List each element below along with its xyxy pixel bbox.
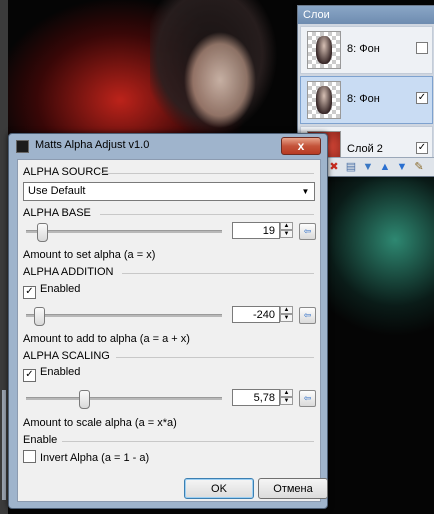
- invert-alpha-checkbox[interactable]: Invert Alpha (a = 1 - a): [23, 450, 149, 464]
- checkbox-icon[interactable]: [23, 450, 36, 463]
- alpha-addition-spinner[interactable]: ▲ ▼: [280, 306, 293, 323]
- divider: [122, 273, 314, 274]
- alpha-scaling-description: Amount to scale alpha (a = x*a): [23, 417, 177, 429]
- spin-up-icon[interactable]: ▲: [280, 222, 293, 230]
- layer-name: 8: Фон: [347, 43, 380, 55]
- move-up-icon[interactable]: ▲: [379, 161, 391, 173]
- properties-icon[interactable]: ✎: [413, 161, 425, 173]
- alpha-addition-value-input[interactable]: -240: [232, 306, 280, 323]
- alpha-scaling-enabled-checkbox[interactable]: ✓ Enabled: [23, 366, 80, 382]
- app-icon: [16, 140, 29, 153]
- enable-heading: Enable: [23, 434, 58, 446]
- alpha-source-heading: ALPHA SOURCE: [23, 166, 109, 178]
- layer-row[interactable]: 8: Фон ✓: [300, 76, 433, 124]
- alpha-base-slider-thumb[interactable]: [36, 223, 48, 242]
- layer-thumbnail: [307, 81, 341, 119]
- dialog-body: ALPHA SOURCE Use Default ▼ ALPHA BASE 19…: [17, 159, 328, 502]
- layers-panel-title: Слои: [298, 6, 434, 24]
- layer-name: Слой 2: [347, 143, 383, 155]
- checkbox-icon[interactable]: ✓: [23, 369, 36, 382]
- merge-layer-icon[interactable]: ▼: [362, 161, 374, 173]
- invert-alpha-label: Invert Alpha (a = 1 - a): [40, 452, 150, 464]
- tools-strip: [0, 0, 8, 514]
- alpha-scaling-slider-thumb[interactable]: [78, 390, 90, 409]
- alpha-addition-enabled-checkbox[interactable]: ✓ Enabled: [23, 283, 80, 299]
- alpha-base-heading: ALPHA BASE: [23, 207, 91, 219]
- alpha-source-select[interactable]: Use Default ▼: [23, 182, 315, 201]
- alpha-addition-heading: ALPHA ADDITION: [23, 266, 114, 278]
- alpha-scaling-spinner[interactable]: ▲ ▼: [280, 389, 293, 406]
- divider: [100, 173, 314, 174]
- alpha-addition-slider[interactable]: [26, 307, 222, 326]
- duplicate-layer-icon[interactable]: ▤: [345, 161, 357, 173]
- alpha-base-description: Amount to set alpha (a = x): [23, 249, 156, 261]
- tools-strip-scroll[interactable]: [2, 390, 6, 500]
- alpha-scaling-enabled-label: Enabled: [40, 366, 81, 378]
- alpha-scaling-value-input[interactable]: 5,78: [232, 389, 280, 406]
- alpha-scaling-heading: ALPHA SCALING: [23, 350, 110, 362]
- alpha-adjust-dialog: Matts Alpha Adjust v1.0 x ALPHA SOURCE U…: [8, 133, 328, 509]
- spin-down-icon[interactable]: ▼: [280, 230, 293, 238]
- checkbox-icon[interactable]: ✓: [23, 286, 36, 299]
- spin-down-icon[interactable]: ▼: [280, 314, 293, 322]
- spin-up-icon[interactable]: ▲: [280, 306, 293, 314]
- layer-thumbnail: [307, 31, 341, 69]
- alpha-scaling-reset-button[interactable]: ⇦: [299, 390, 316, 407]
- layer-row[interactable]: 8: Фон: [300, 26, 433, 74]
- layer-name: 8: Фон: [347, 93, 380, 105]
- dialog-titlebar[interactable]: Matts Alpha Adjust v1.0 x: [9, 134, 327, 158]
- move-down-icon[interactable]: ▼: [396, 161, 408, 173]
- portrait-image: [150, 0, 300, 140]
- layer-visibility-checkbox[interactable]: [416, 42, 428, 54]
- alpha-base-spinner[interactable]: ▲ ▼: [280, 222, 293, 239]
- divider: [116, 357, 314, 358]
- delete-layer-icon[interactable]: ✖: [328, 161, 340, 173]
- ok-button[interactable]: OK: [184, 478, 254, 499]
- dialog-title: Matts Alpha Adjust v1.0: [35, 139, 150, 151]
- cancel-button[interactable]: Отмена: [258, 478, 328, 499]
- alpha-scaling-slider[interactable]: [26, 390, 222, 409]
- layer-visibility-checkbox[interactable]: ✓: [416, 142, 428, 154]
- alpha-addition-enabled-label: Enabled: [40, 283, 81, 295]
- divider: [100, 214, 314, 215]
- alpha-addition-slider-thumb[interactable]: [33, 307, 45, 326]
- alpha-addition-description: Amount to add to alpha (a = a + x): [23, 333, 190, 345]
- alpha-addition-reset-button[interactable]: ⇦: [299, 307, 316, 324]
- alpha-base-reset-button[interactable]: ⇦: [299, 223, 316, 240]
- spin-up-icon[interactable]: ▲: [280, 389, 293, 397]
- close-button[interactable]: x: [281, 137, 321, 155]
- alpha-source-selected: Use Default: [28, 185, 86, 197]
- spin-down-icon[interactable]: ▼: [280, 397, 293, 405]
- alpha-base-slider[interactable]: [26, 223, 222, 242]
- alpha-base-value-input[interactable]: 19: [232, 222, 280, 239]
- divider: [62, 441, 314, 442]
- layer-visibility-checkbox[interactable]: ✓: [416, 92, 428, 104]
- chevron-down-icon[interactable]: ▼: [297, 183, 314, 200]
